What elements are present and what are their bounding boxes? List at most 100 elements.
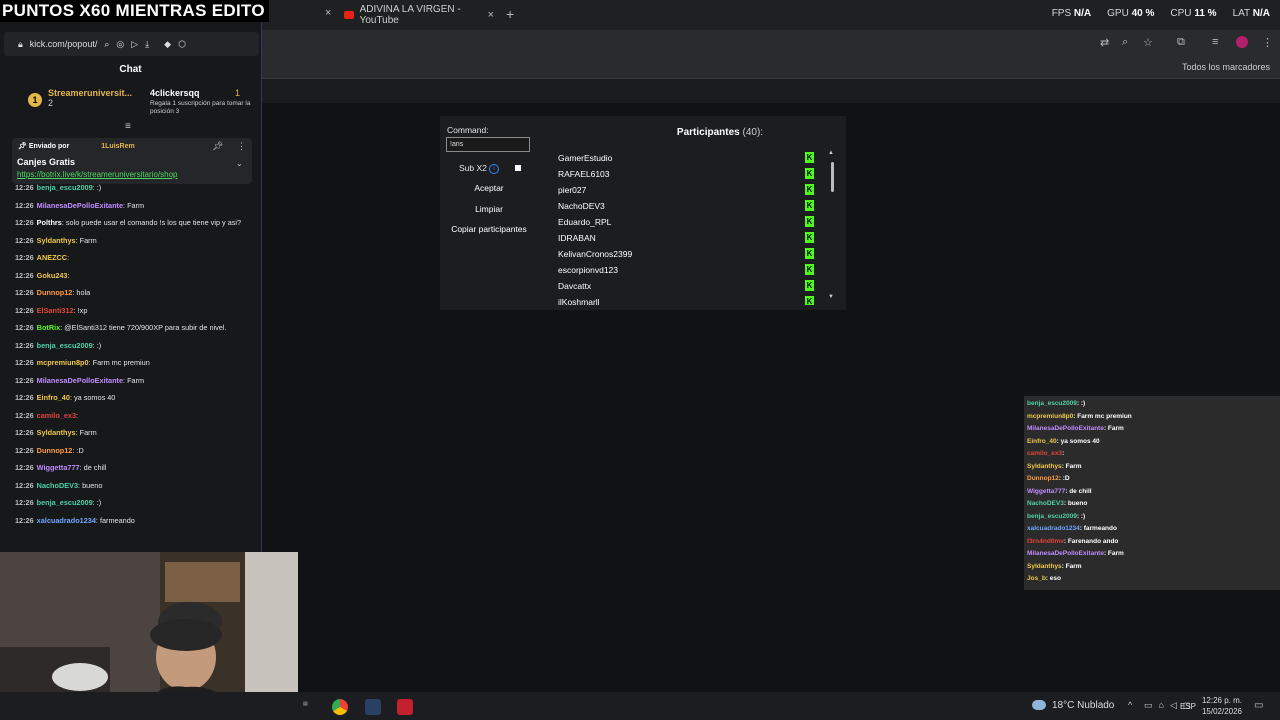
- chat-message: 12:26 Wiggetta777: de chill: [15, 463, 251, 473]
- message-user[interactable]: Einfro_40: [37, 393, 70, 402]
- popout-address-bar[interactable]: 🔒︎ kick.com/popout/ ⌕ ◎ ▷ ⤓ ◆ ⬡: [4, 32, 259, 56]
- participant-row[interactable]: RAFAEL6103 K: [558, 168, 818, 184]
- overlay-text: :: [1062, 450, 1065, 457]
- search-icon[interactable]: ⌕: [104, 39, 109, 50]
- message-user[interactable]: ElSanti312: [37, 306, 74, 315]
- unpin-icon[interactable]: 📌︎: [212, 141, 223, 152]
- obs-icon[interactable]: [397, 699, 413, 715]
- pinned-link[interactable]: https://botrix.live/k/streameruniversita…: [17, 170, 178, 179]
- overlay-user: Dunnop12: [1027, 475, 1059, 482]
- overlay-user: mcpremiun8p0: [1027, 412, 1074, 420]
- calculator-icon[interactable]: [365, 699, 381, 715]
- new-tab-button[interactable]: +: [506, 6, 514, 22]
- more-options-icon[interactable]: ⋮: [237, 141, 246, 152]
- tray-chevron-icon[interactable]: ^: [1128, 700, 1132, 710]
- participant-name: Davcattx: [558, 281, 592, 291]
- message-user[interactable]: benja_escu2009: [37, 498, 93, 507]
- copy-participants-button[interactable]: Copiar participantes: [446, 224, 532, 234]
- scrollbar-thumb[interactable]: [831, 162, 834, 192]
- message-time: 12:26: [15, 480, 34, 490]
- kick-icon: K: [805, 216, 814, 227]
- kick-icon: K: [805, 280, 814, 291]
- participant-row[interactable]: IDRABAN K: [558, 232, 818, 248]
- perf-fps: FPS N/A: [1051, 8, 1092, 19]
- notifications-icon[interactable]: ▭: [1254, 700, 1263, 711]
- participant-row[interactable]: KelivanCronos2399 K: [558, 248, 818, 264]
- message-text: : solo puede usar el comando !s los que …: [61, 218, 242, 227]
- translate-icon[interactable]: ⇄: [1100, 36, 1109, 49]
- chat-message: 12:26 mcpremiun8p0: Farm mc premiun: [15, 358, 251, 368]
- message-user[interactable]: camilo_ex3: [37, 411, 76, 420]
- accept-button[interactable]: Aceptar: [446, 183, 532, 193]
- message-user[interactable]: Dunnop12: [37, 446, 73, 455]
- participant-row[interactable]: escorpionvd123 K: [558, 264, 818, 280]
- command-input[interactable]: [446, 137, 530, 152]
- perf-cpu: CPU 11 %: [1170, 8, 1217, 19]
- media-icon[interactable]: ≡: [1212, 36, 1218, 48]
- message-time: 12:26: [15, 218, 34, 227]
- overlay-user: benja_escu2009: [1027, 400, 1077, 407]
- message-user[interactable]: Dunnop12: [37, 288, 73, 297]
- bookmarks-bar: Todos los marcadores: [262, 56, 1280, 79]
- overlay-user: Einfro_40: [1027, 437, 1057, 445]
- profile-avatar[interactable]: [1236, 36, 1248, 48]
- clear-button[interactable]: Limpiar: [446, 204, 532, 214]
- menu-icon[interactable]: ⋮: [1262, 36, 1273, 49]
- participant-row[interactable]: Davcattx K: [558, 280, 818, 296]
- taskbar-clock[interactable]: 12:26 p. m. 15/02/2026: [1198, 695, 1242, 717]
- close-tab-icon[interactable]: ×: [488, 9, 494, 21]
- info-icon[interactable]: i: [489, 164, 499, 174]
- scroll-down-icon[interactable]: ▼: [828, 294, 834, 300]
- message-user[interactable]: benja_escu2009: [37, 183, 93, 192]
- overlay-user: camilo_ex3: [1027, 450, 1063, 457]
- message-user[interactable]: Polthrs: [37, 218, 62, 227]
- expand-icon[interactable]: ⌄: [236, 159, 243, 168]
- message-user[interactable]: ANEZCC: [37, 253, 67, 262]
- close-tab-icon[interactable]: ×: [325, 7, 331, 19]
- collapse-icon[interactable]: ≡: [125, 121, 131, 132]
- language-indicator[interactable]: ESP: [1180, 702, 1196, 711]
- popout-url[interactable]: kick.com/popout/: [30, 39, 98, 49]
- message-user[interactable]: xalcuadrado1234: [37, 516, 96, 525]
- chrome-icon[interactable]: [332, 699, 348, 715]
- message-user[interactable]: MilanesaDePolloExitante: [37, 376, 123, 385]
- extensions-icon[interactable]: ⧉: [1177, 36, 1185, 49]
- message-user[interactable]: Goku243: [37, 271, 68, 280]
- message-user[interactable]: NachoDEV3: [37, 481, 78, 490]
- bookmark-star-icon[interactable]: ☆: [1143, 36, 1153, 49]
- participant-row[interactable]: ilKoshmarll K: [558, 296, 818, 305]
- message-time: 12:26: [15, 375, 34, 385]
- chat-message: 12:26 Goku243:: [15, 271, 251, 281]
- scroll-up-icon[interactable]: ▲: [828, 150, 834, 156]
- overlay-text: : Farm: [1061, 562, 1082, 570]
- shield-icon[interactable]: ◎: [116, 39, 124, 50]
- extension-icon[interactable]: ◆: [164, 39, 171, 50]
- download-icon[interactable]: ⤓: [145, 39, 149, 50]
- message-user[interactable]: BotRix: [37, 323, 61, 332]
- overlay-user: benja_escu2009: [1027, 512, 1077, 520]
- message-user[interactable]: MilanesaDePolloExitante: [37, 201, 123, 210]
- sub-x2-checkbox[interactable]: [515, 165, 521, 171]
- message-time: 12:26: [15, 463, 34, 472]
- participant-row[interactable]: Eduardo_RPL K: [558, 216, 818, 232]
- message-user[interactable]: Wiggetta777: [37, 463, 80, 472]
- app-icon[interactable]: ▤: [303, 701, 317, 707]
- play-icon[interactable]: ▷: [131, 39, 138, 50]
- message-user[interactable]: mcpremiun8p0: [37, 358, 89, 367]
- participant-row[interactable]: GamerEstudio K: [558, 152, 818, 168]
- all-bookmarks-button[interactable]: Todos los marcadores: [1182, 62, 1270, 72]
- chat-message: 12:26 benja_escu2009: :): [15, 498, 251, 508]
- zoom-icon[interactable]: ⌕: [1122, 36, 1128, 49]
- weather-widget[interactable]: 18°C Nublado: [1052, 700, 1114, 711]
- overlay-user: Syldanthys: [1027, 562, 1062, 570]
- cube-icon[interactable]: ⬡: [178, 39, 186, 50]
- participant-row[interactable]: pier027 K: [558, 184, 818, 200]
- kick-icon: K: [805, 168, 814, 179]
- tab-youtube[interactable]: ADIVINA LA VIRGEN - YouTube ×: [344, 4, 494, 26]
- message-user[interactable]: Syldanthys: [37, 236, 76, 245]
- participants-list: GamerEstudio K RAFAEL6103 Kpier027 K NachoDEV…: [558, 152, 818, 305]
- message-user[interactable]: benja_escu2009: [37, 341, 93, 350]
- leaderboard-entry-2[interactable]: 4clickersqq 1 Regala 1 suscripción para …: [138, 88, 256, 116]
- participant-row[interactable]: NachoDEV3 K: [558, 200, 818, 216]
- message-user[interactable]: Syldanthys: [37, 428, 76, 437]
